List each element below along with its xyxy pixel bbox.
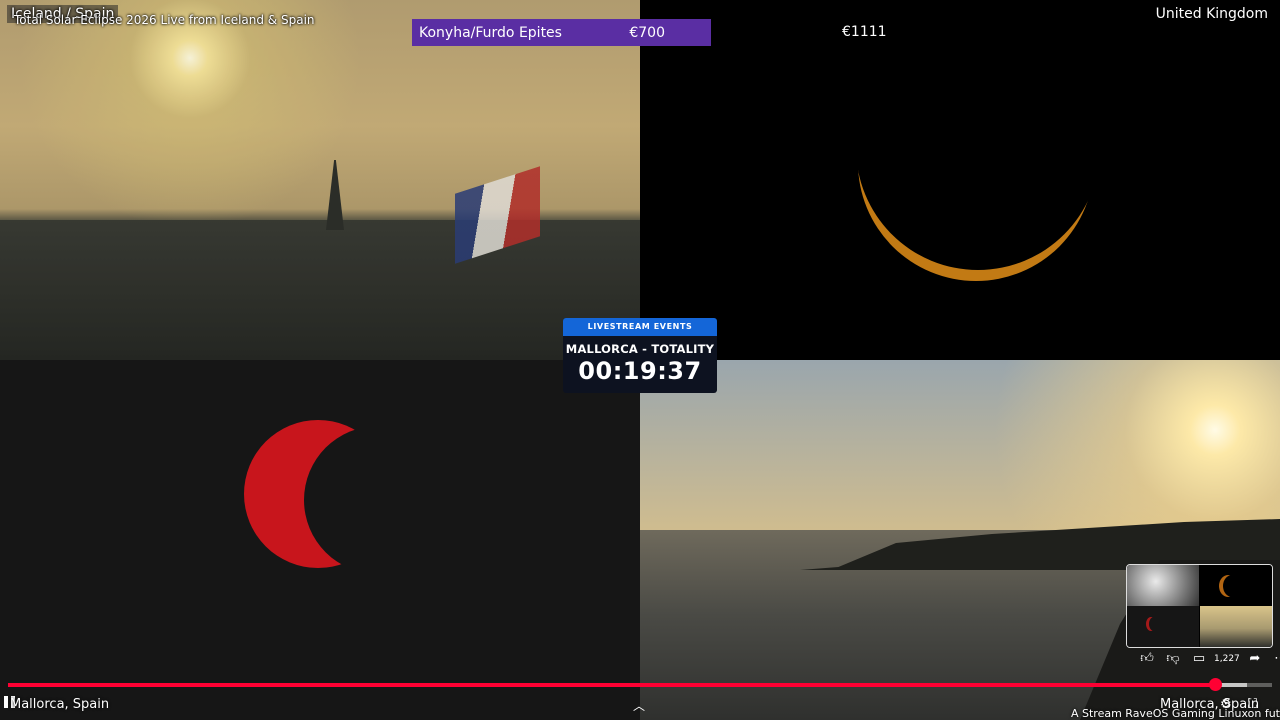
location-label-top-right: United Kingdom: [1155, 6, 1268, 22]
comment-icon[interactable]: ▭: [1186, 651, 1212, 666]
red-eclipse-sun: [244, 420, 392, 568]
more-icon[interactable]: ⋯: [1268, 651, 1280, 666]
donation-amount-secondary: €1111: [842, 24, 887, 40]
event-name: MALLORCA - TOTALITY: [565, 342, 715, 356]
event-timer: 00:19:37: [578, 357, 702, 385]
video-actions: 👍︎ 👎︎ ▭ 1,227 ➦ ⋯: [1134, 651, 1280, 666]
scrolling-ticker: A Stream RaveOS Gaming Linuxon fut: [1070, 707, 1280, 720]
dislike-icon[interactable]: 👎︎: [1160, 651, 1186, 666]
like-icon[interactable]: 👍︎: [1134, 651, 1160, 666]
progress-bar[interactable]: [8, 678, 1272, 691]
mini-crescent: [1223, 575, 1241, 597]
video-title[interactable]: Total Solar Eclipse 2026 Live from Icela…: [14, 13, 315, 27]
share-icon[interactable]: ➦: [1242, 651, 1268, 666]
camera-feed-red-eclipse: [0, 360, 640, 720]
progress-fill: [8, 683, 1216, 687]
donation-amount: €700: [629, 24, 665, 41]
donor-name: Konyha/Furdo Epites: [419, 24, 562, 41]
location-label-bottom-left: Mallorca, Spain: [10, 697, 110, 712]
event-countdown: LIVESTREAM EVENTS MALLORCA - TOTALITY 00…: [563, 318, 717, 393]
crescent-sun: [858, 45, 1094, 281]
mini-preview-thumbnail[interactable]: [1126, 564, 1273, 648]
camera-feed-mallorca: [640, 360, 1280, 720]
expand-icon[interactable]: ︿: [633, 697, 645, 714]
camera-feed-paris: [0, 0, 640, 360]
camera-feed-crescent: [640, 0, 1280, 360]
donation-banner: Konyha/Furdo Epites €700: [412, 19, 711, 46]
like-count: 1,227: [1214, 653, 1240, 664]
mini-red-sun: [1149, 617, 1159, 631]
event-header: LIVESTREAM EVENTS: [563, 318, 717, 336]
